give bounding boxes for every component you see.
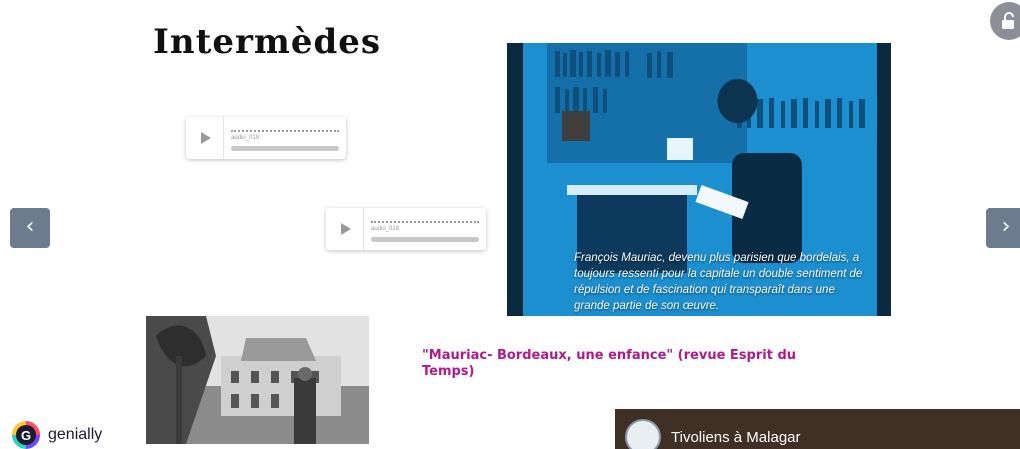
video-title[interactable]: Tivoliens à Malagar — [671, 429, 801, 446]
audio-name: audio_019 — [231, 135, 260, 141]
play-icon — [341, 223, 351, 235]
audio-player-019[interactable]: audio_019 — [186, 117, 346, 159]
lock-button[interactable] — [990, 2, 1020, 40]
audio-player-018[interactable]: audio_018 — [326, 208, 486, 250]
genially-brand[interactable]: G genially — [12, 421, 102, 449]
next-slide-button[interactable]: › — [986, 208, 1020, 248]
channel-avatar-icon — [625, 419, 661, 449]
logo-letter: G — [16, 425, 36, 445]
audio-progress-bar[interactable] — [371, 237, 479, 242]
audio-track-info: audio_019 — [224, 117, 346, 159]
chateau-photo-image — [146, 316, 369, 444]
video-frame[interactable]: François Mauriac, devenu plus parisien q… — [507, 43, 891, 316]
slide-title: Intermèdes — [153, 22, 382, 62]
video-right-border — [877, 43, 891, 316]
audio-name: audio_018 — [371, 226, 400, 232]
play-button[interactable] — [186, 117, 224, 159]
brand-name: genially — [48, 426, 103, 443]
waveform-dots — [231, 130, 339, 132]
video-caption: François Mauriac, devenu plus parisien q… — [574, 252, 863, 312]
article-link[interactable]: "Mauriac- Bordeaux, une enfance" (revue … — [422, 348, 822, 380]
video-left-border — [507, 43, 523, 316]
play-button[interactable] — [326, 208, 364, 250]
youtube-embed[interactable]: Tivoliens à Malagar — [615, 409, 1020, 449]
play-icon — [201, 132, 211, 144]
waveform-dots — [371, 221, 479, 223]
audio-progress-bar[interactable] — [231, 146, 339, 151]
genially-logo-icon: G — [12, 421, 40, 449]
chateau-photo — [146, 316, 369, 444]
lock-icon — [1002, 12, 1014, 29]
previous-slide-button[interactable]: ‹ — [10, 208, 50, 248]
audio-track-info: audio_018 — [364, 208, 486, 250]
